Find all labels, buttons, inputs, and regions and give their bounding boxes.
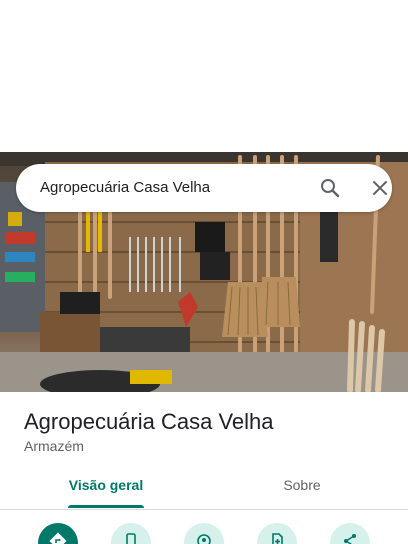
place-title: Agropecuária Casa Velha	[24, 409, 274, 434]
save-icon	[272, 533, 283, 544]
tab-overview[interactable]: Visão geral	[46, 470, 166, 509]
directions-icon	[49, 532, 67, 544]
nearby-icon	[197, 534, 211, 544]
directions-button[interactable]	[38, 523, 78, 544]
phone-icon	[126, 533, 136, 544]
tab-about[interactable]: Sobre	[242, 470, 362, 509]
action-buttons-row	[0, 520, 408, 544]
map-area-blank	[0, 0, 408, 152]
close-icon[interactable]	[368, 176, 392, 200]
call-button[interactable]	[111, 523, 151, 544]
save-button[interactable]	[257, 523, 297, 544]
search-input[interactable]: Agropecuária Casa Velha	[40, 164, 210, 212]
search-bar[interactable]: Agropecuária Casa Velha	[16, 164, 392, 212]
share-button[interactable]	[330, 523, 370, 544]
tab-bar: Visão geral Sobre	[0, 470, 408, 510]
search-icon[interactable]	[318, 176, 342, 200]
tab-selected-indicator	[68, 505, 144, 508]
share-icon	[344, 534, 356, 544]
nearby-button[interactable]	[184, 523, 224, 544]
place-category[interactable]: Armazém	[24, 437, 84, 455]
